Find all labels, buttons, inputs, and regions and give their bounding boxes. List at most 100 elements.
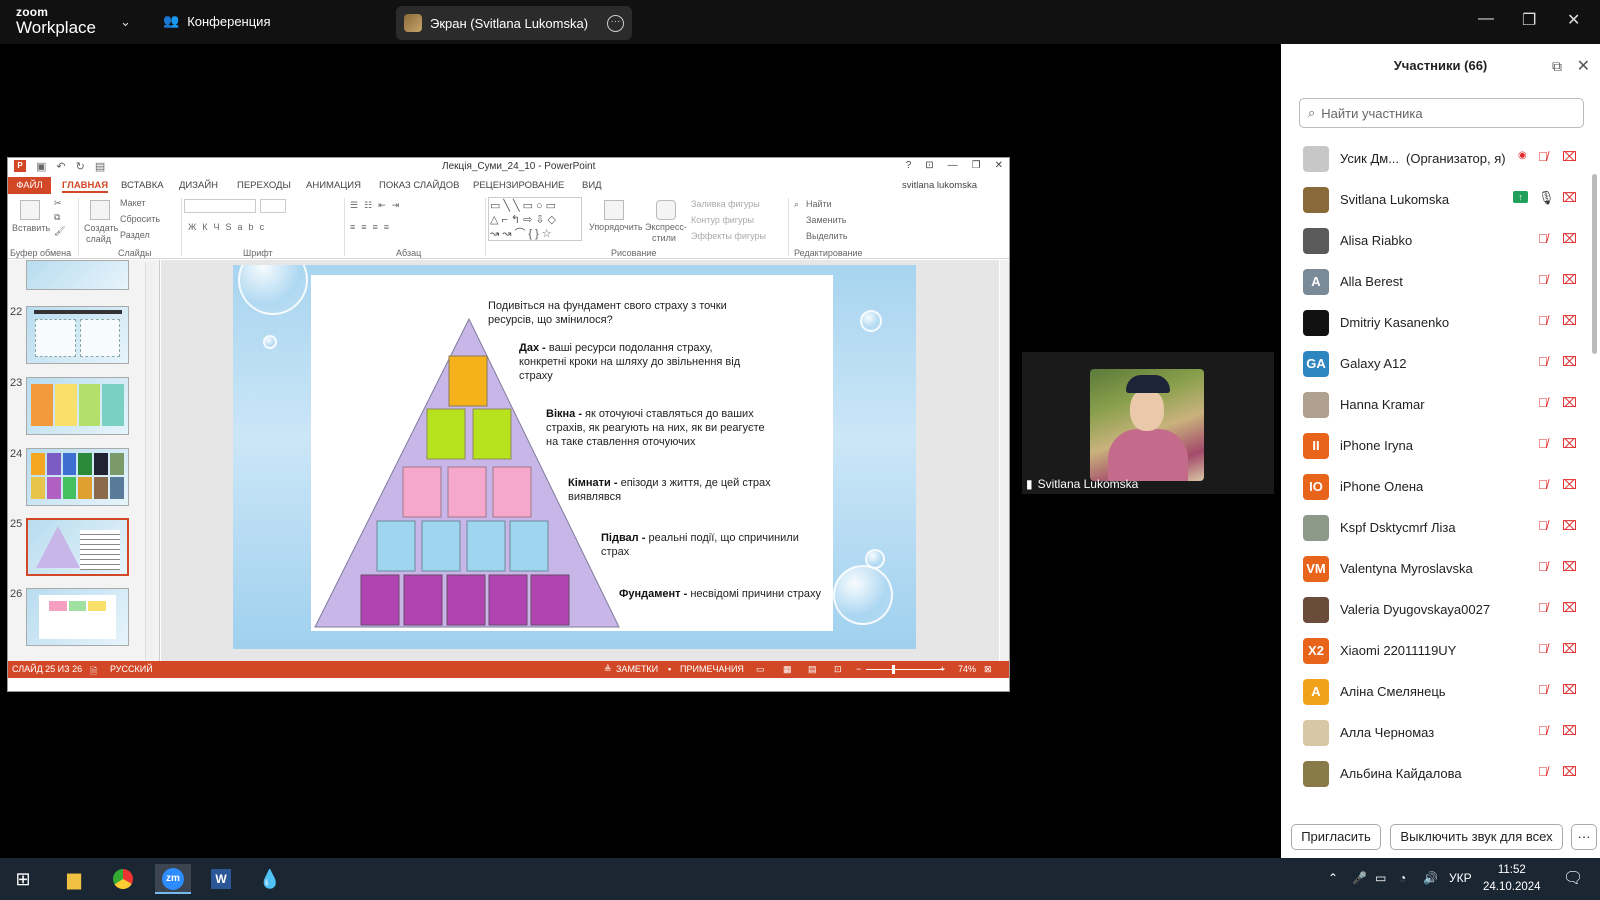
font-format-buttons[interactable]: ЖКЧSabc bbox=[188, 222, 270, 232]
slideshow-view-icon[interactable]: ⊡ bbox=[834, 664, 842, 675]
new-slide-icon[interactable] bbox=[90, 200, 110, 220]
participant-row[interactable]: GA Galaxy A12 🎙̸ ⌧ bbox=[1281, 343, 1587, 384]
chevron-up-icon[interactable]: ⌃ bbox=[1328, 871, 1338, 885]
microphone-muted-icon[interactable]: 🎙̸ bbox=[1538, 764, 1548, 779]
slide-thumbnail[interactable] bbox=[26, 260, 129, 290]
participant-row[interactable]: A Alla Berest 🎙̸ ⌧ bbox=[1281, 261, 1587, 302]
camera-off-icon[interactable]: ⌧ bbox=[1562, 723, 1577, 739]
redo-icon[interactable]: ↻ bbox=[76, 160, 85, 173]
minimize-icon[interactable]: — bbox=[1478, 10, 1494, 28]
slide-thumbnail[interactable] bbox=[26, 448, 129, 506]
tab-slideshow[interactable]: ПОКАЗ СЛАЙДОВ bbox=[379, 180, 459, 191]
microphone-muted-icon[interactable]: 🎙̸ bbox=[1538, 149, 1548, 164]
quick-styles-icon[interactable] bbox=[656, 200, 676, 220]
participant-search-input[interactable]: ⌕ Найти участника bbox=[1299, 98, 1584, 128]
zoom-slider[interactable] bbox=[866, 669, 944, 670]
quick-styles-button[interactable]: Экспресс- bbox=[645, 222, 687, 232]
camera-off-icon[interactable]: ⌧ bbox=[1562, 436, 1577, 452]
reading-view-icon[interactable]: ▤ bbox=[808, 664, 817, 675]
zoom-app-icon[interactable]: zm bbox=[155, 864, 191, 894]
paste-button[interactable]: Вставить bbox=[12, 223, 50, 233]
shapes-gallery[interactable]: ▭╲╲▭○▭ △⌐↰⇨⇩◇ ↝↝⌒{}☆ bbox=[488, 197, 582, 241]
screen-share-pill[interactable]: Экран (Svitlana Lukomska) ··· bbox=[396, 6, 632, 40]
participant-row[interactable]: Svitlana Lukomska ↑ 🎙 ⌧ bbox=[1281, 179, 1587, 220]
spellcheck-icon[interactable]: 🗎 bbox=[90, 664, 97, 680]
popout-icon[interactable]: ⧉ bbox=[1552, 58, 1562, 75]
battery-icon[interactable]: ▭ bbox=[1375, 871, 1386, 885]
camera-off-icon[interactable]: ⌧ bbox=[1562, 190, 1577, 206]
camera-off-icon[interactable]: ⌧ bbox=[1562, 764, 1577, 780]
microphone-muted-icon[interactable]: 🎙̸ bbox=[1538, 723, 1548, 738]
invite-button[interactable]: Пригласить bbox=[1291, 824, 1381, 850]
camera-off-icon[interactable]: ⌧ bbox=[1562, 641, 1577, 657]
tab-animations[interactable]: АНИМАЦИЯ bbox=[306, 180, 361, 191]
replace-button[interactable]: Заменить bbox=[806, 215, 846, 225]
align-buttons[interactable]: ≡≡≡≡ bbox=[350, 222, 395, 232]
tab-transitions[interactable]: ПЕРЕХОДЫ bbox=[237, 180, 291, 191]
camera-off-icon[interactable]: ⌧ bbox=[1562, 600, 1577, 616]
camera-off-icon[interactable]: ⌧ bbox=[1562, 395, 1577, 411]
font-name-select[interactable] bbox=[184, 199, 256, 213]
participant-row[interactable]: Alisa Riabko 🎙̸ ⌧ bbox=[1281, 220, 1587, 261]
microphone-muted-icon[interactable]: 🎙̸ bbox=[1538, 436, 1548, 451]
cut-icon[interactable]: ✂ bbox=[54, 198, 62, 209]
participant-row[interactable]: A Аліна Смелянець 🎙̸ ⌧ bbox=[1281, 671, 1587, 712]
participant-row[interactable]: X2 Xiaomi 22011119UY 🎙̸ ⌧ bbox=[1281, 630, 1587, 671]
quick-styles-button-line2[interactable]: стили bbox=[652, 233, 676, 243]
help-icon[interactable]: ? bbox=[906, 160, 912, 171]
shape-outline-button[interactable]: Контур фигуры bbox=[691, 215, 754, 225]
microphone-icon[interactable]: 🎤 bbox=[1352, 871, 1367, 885]
microphone-muted-icon[interactable]: 🎙̸ bbox=[1538, 272, 1548, 287]
section-button[interactable]: Раздел bbox=[120, 230, 150, 240]
select-button[interactable]: Выделить bbox=[806, 231, 848, 241]
participant-row[interactable]: VM Valentyna Myroslavska 🎙̸ ⌧ bbox=[1281, 548, 1587, 589]
camera-off-icon[interactable]: ⌧ bbox=[1562, 682, 1577, 698]
participant-video-tile[interactable]: ▮ Svitlana Lukomska bbox=[1022, 352, 1274, 494]
microphone-muted-icon[interactable]: 🎙̸ bbox=[1538, 354, 1548, 369]
microphone-muted-icon[interactable]: 🎙̸ bbox=[1538, 313, 1548, 328]
save-icon[interactable]: ▣ bbox=[36, 160, 46, 173]
language-indicator[interactable]: РУССКИЙ bbox=[110, 664, 153, 674]
microphone-muted-icon[interactable]: 🎙̸ bbox=[1538, 641, 1548, 656]
zoom-level[interactable]: 74% bbox=[958, 664, 976, 674]
camera-off-icon[interactable]: ⌧ bbox=[1562, 272, 1577, 288]
camera-off-icon[interactable]: ⌧ bbox=[1562, 354, 1577, 370]
ppt-user-name[interactable]: svitlana lukomska bbox=[902, 180, 977, 191]
camera-off-icon[interactable]: ⌧ bbox=[1562, 231, 1577, 247]
slideshow-icon[interactable]: ▤ bbox=[95, 160, 105, 173]
editor-scrollbar[interactable] bbox=[1000, 260, 1009, 661]
find-button[interactable]: Найти bbox=[806, 199, 832, 209]
slide-thumbnail[interactable] bbox=[26, 588, 129, 646]
chrome-icon[interactable] bbox=[108, 864, 138, 894]
slide-thumbnail[interactable] bbox=[26, 306, 129, 364]
arrange-button[interactable]: Упорядочить bbox=[589, 222, 643, 232]
wifi-icon[interactable]: ◔ bbox=[1399, 871, 1406, 885]
tab-insert[interactable]: ВСТАВКА bbox=[121, 180, 164, 191]
normal-view-icon[interactable]: ▭ bbox=[756, 664, 765, 675]
new-slide-button[interactable]: Создать bbox=[84, 223, 118, 233]
font-size-select[interactable] bbox=[260, 199, 286, 213]
restore-icon[interactable]: ❐ bbox=[1522, 10, 1536, 30]
participant-row[interactable]: Усик Дм... (Организатор, я) ◉ 🎙̸ ⌧ bbox=[1281, 138, 1587, 179]
camera-off-icon[interactable]: ⌧ bbox=[1562, 518, 1577, 534]
camera-off-icon[interactable]: ⌧ bbox=[1562, 149, 1577, 165]
tab-file[interactable]: ФАЙЛ bbox=[8, 177, 51, 194]
shape-effects-button[interactable]: Эффекты фигуры bbox=[691, 231, 766, 241]
microphone-muted-icon[interactable]: 🎙̸ bbox=[1538, 600, 1548, 615]
tab-home[interactable]: ГЛАВНАЯ bbox=[62, 180, 109, 193]
volume-icon[interactable]: 🔊 bbox=[1423, 871, 1438, 885]
close-icon[interactable]: ✕ bbox=[1577, 56, 1590, 76]
participant-row[interactable]: Альбина Кайдалова 🎙̸ ⌧ bbox=[1281, 753, 1587, 794]
participant-row[interactable]: Hanna Kramar 🎙̸ ⌧ bbox=[1281, 384, 1587, 425]
participant-row[interactable]: Dmitriy Kasanenko 🎙̸ ⌧ bbox=[1281, 302, 1587, 343]
system-clock[interactable]: 11:52 24.10.2024 bbox=[1483, 862, 1541, 896]
zoom-in-icon[interactable]: + bbox=[940, 664, 945, 674]
camera-off-icon[interactable]: ⌧ bbox=[1562, 477, 1577, 493]
restore-icon[interactable]: ❐ bbox=[972, 160, 981, 171]
participant-row[interactable]: Kspf Dsktycmrf Ліза 🎙̸ ⌧ bbox=[1281, 507, 1587, 548]
copy-icon[interactable]: ⧉ bbox=[54, 212, 60, 223]
thumbnails-scrollbar[interactable] bbox=[145, 262, 155, 660]
fit-slide-icon[interactable]: ⊠ bbox=[984, 664, 992, 675]
conference-button[interactable]: 👥 Конференция bbox=[163, 13, 270, 29]
tab-design[interactable]: ДИЗАЙН bbox=[179, 180, 218, 191]
